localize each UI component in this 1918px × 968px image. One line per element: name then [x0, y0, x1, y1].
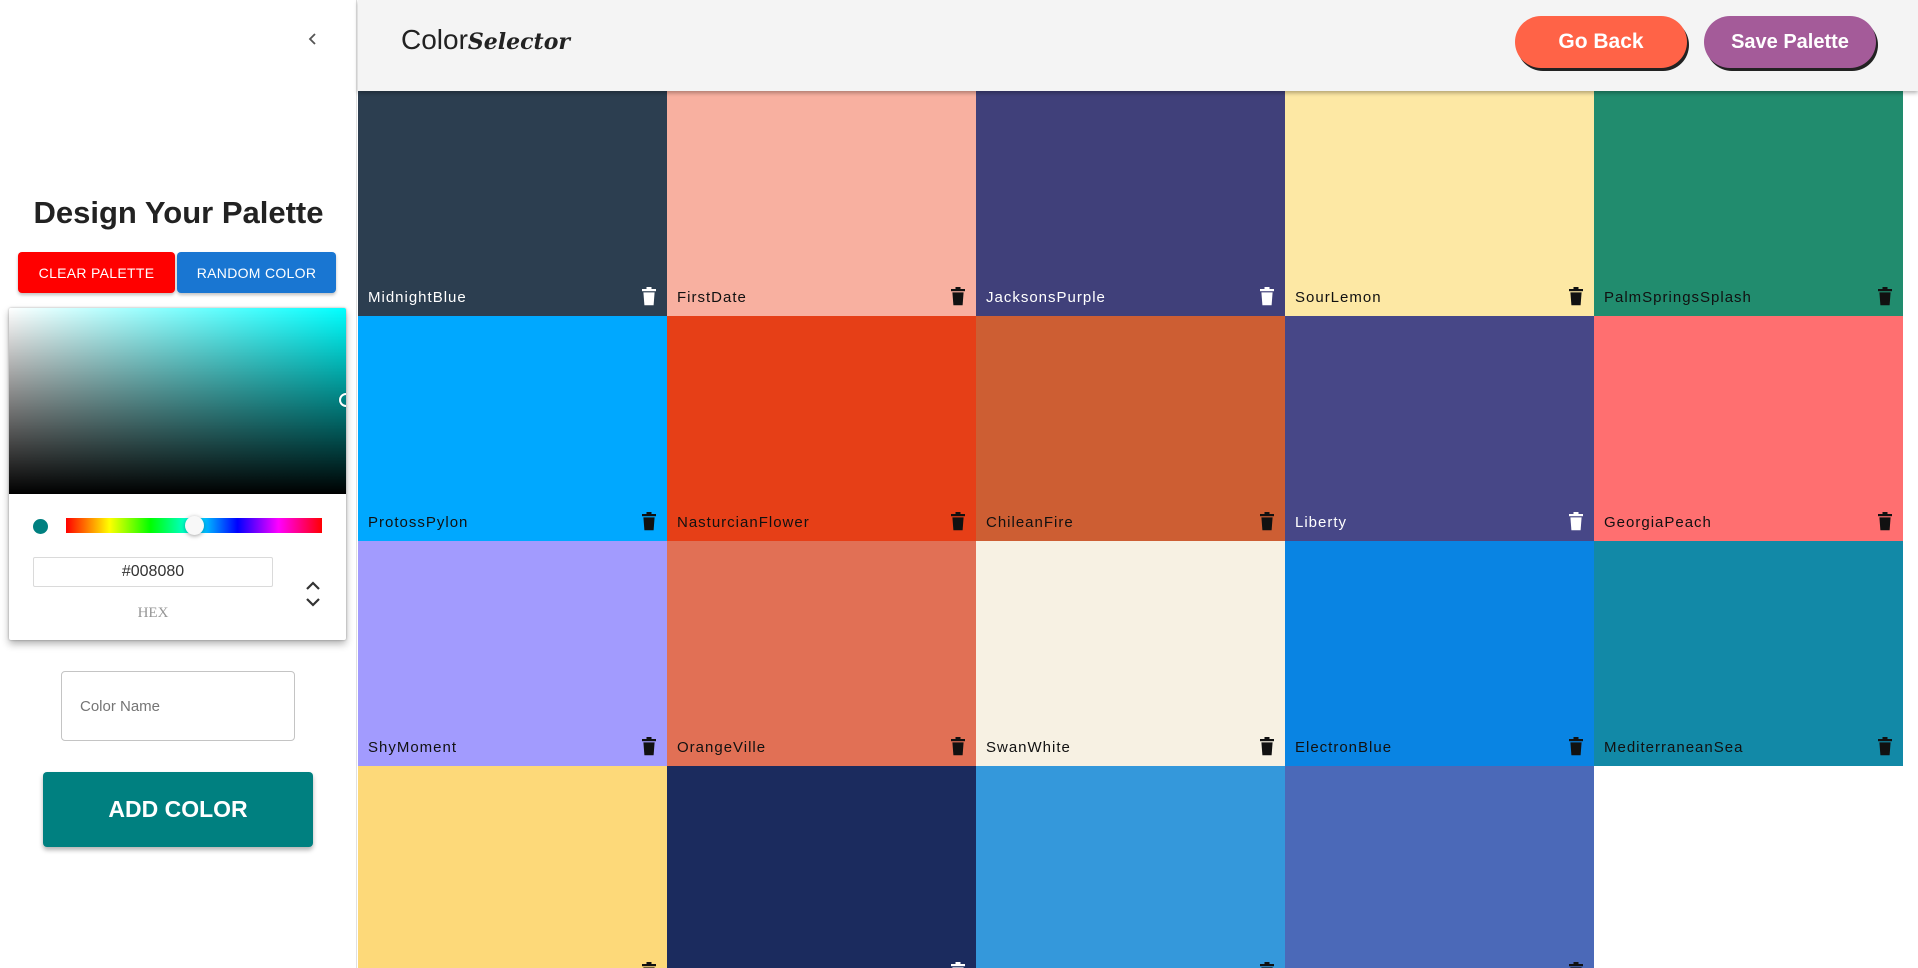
hex-input[interactable] [33, 557, 273, 587]
collapse-drawer-button[interactable] [300, 26, 326, 52]
trash-icon[interactable] [1568, 512, 1584, 531]
unfold-icon [306, 581, 320, 607]
trash-icon[interactable] [641, 512, 657, 531]
sidebar-drawer: Design Your Palette CLEAR PALETTE RANDOM… [0, 0, 357, 968]
color-picker: HEX [9, 308, 346, 640]
trash-icon[interactable] [950, 512, 966, 531]
color-box-name: ElectronBlue [1295, 739, 1393, 756]
trash-icon[interactable] [1568, 737, 1584, 756]
trash-icon[interactable] [1877, 512, 1893, 531]
color-box[interactable]: MediterraneanSea [1594, 541, 1903, 766]
saturation-area[interactable] [9, 308, 346, 494]
go-back-button[interactable]: Go Back [1515, 16, 1687, 68]
color-box-name: SourLemon [1295, 289, 1382, 306]
color-box[interactable]: SwanWhite [976, 541, 1285, 766]
color-box[interactable]: FirstDate [667, 91, 976, 316]
color-box[interactable]: Liberty [1285, 316, 1594, 541]
trash-icon[interactable] [950, 737, 966, 756]
color-box-name: MediterraneanSea [1604, 739, 1744, 756]
color-box[interactable]: ShyMoment [358, 541, 667, 766]
color-name-input[interactable] [61, 671, 295, 741]
color-box[interactable]: SourLemon [1285, 91, 1594, 316]
color-box-name: MidnightBlue [368, 289, 467, 306]
current-color-swatch [33, 519, 48, 534]
color-box-name: ShyMoment [368, 739, 458, 756]
format-toggle-button[interactable] [301, 576, 325, 612]
trash-icon[interactable] [641, 287, 657, 306]
color-box[interactable]: JacksonsPurple [976, 91, 1285, 316]
add-color-button[interactable]: ADD COLOR [43, 772, 313, 847]
random-color-button[interactable]: RANDOM COLOR [177, 252, 336, 293]
clear-palette-button[interactable]: CLEAR PALETTE [18, 252, 175, 293]
trash-icon[interactable] [641, 962, 657, 968]
logo-script-text: Selector [467, 29, 570, 55]
color-box-name: ChileanFire [986, 514, 1074, 531]
color-box[interactable] [1285, 766, 1594, 968]
color-box-name: SwanWhite [986, 739, 1071, 756]
color-box-name: GeorgiaPeach [1604, 514, 1712, 531]
page-title: Design Your Palette [33, 195, 324, 230]
color-box[interactable]: ChileanFire [976, 316, 1285, 541]
color-box[interactable] [976, 766, 1285, 968]
color-box[interactable]: MidnightBlue [358, 91, 667, 316]
trash-icon[interactable] [1259, 962, 1275, 968]
color-box-name: JacksonsPurple [986, 289, 1106, 306]
saturation-handle[interactable] [339, 393, 346, 407]
trash-icon[interactable] [950, 962, 966, 968]
color-box-name: FirstDate [677, 289, 747, 306]
color-box-name: OrangeVille [677, 739, 767, 756]
hue-slider-handle[interactable] [185, 516, 204, 535]
trash-icon[interactable] [1259, 287, 1275, 306]
logo-text: Color [401, 24, 468, 55]
color-box-name: PalmSpringsSplash [1604, 289, 1752, 306]
hex-label: HEX [137, 605, 169, 621]
trash-icon[interactable] [1877, 737, 1893, 756]
app-header: ColorSelector Go Back Save Palette [358, 0, 1918, 91]
logo: ColorSelector [401, 24, 570, 56]
trash-icon[interactable] [1877, 287, 1893, 306]
color-box[interactable]: PalmSpringsSplash [1594, 91, 1903, 316]
trash-icon[interactable] [1259, 737, 1275, 756]
color-box-name: NasturcianFlower [677, 514, 810, 531]
trash-icon[interactable] [641, 737, 657, 756]
trash-icon[interactable] [1568, 962, 1584, 968]
save-palette-button[interactable]: Save Palette [1704, 16, 1876, 68]
color-box[interactable]: GeorgiaPeach [1594, 316, 1903, 541]
color-box[interactable]: OrangeVille [667, 541, 976, 766]
palette-grid: MidnightBlue FirstDate JacksonsPurple SourL… [358, 91, 1903, 968]
color-box[interactable]: ProtossPylon [358, 316, 667, 541]
chevron-left-icon [308, 33, 316, 45]
color-box-name: ProtossPylon [368, 514, 469, 531]
color-box[interactable] [667, 766, 976, 968]
color-box[interactable] [358, 766, 667, 968]
trash-icon[interactable] [1259, 512, 1275, 531]
color-box-name: Liberty [1295, 514, 1348, 531]
color-box[interactable]: NasturcianFlower [667, 316, 976, 541]
trash-icon[interactable] [950, 287, 966, 306]
trash-icon[interactable] [1568, 287, 1584, 306]
color-box[interactable]: ElectronBlue [1285, 541, 1594, 766]
